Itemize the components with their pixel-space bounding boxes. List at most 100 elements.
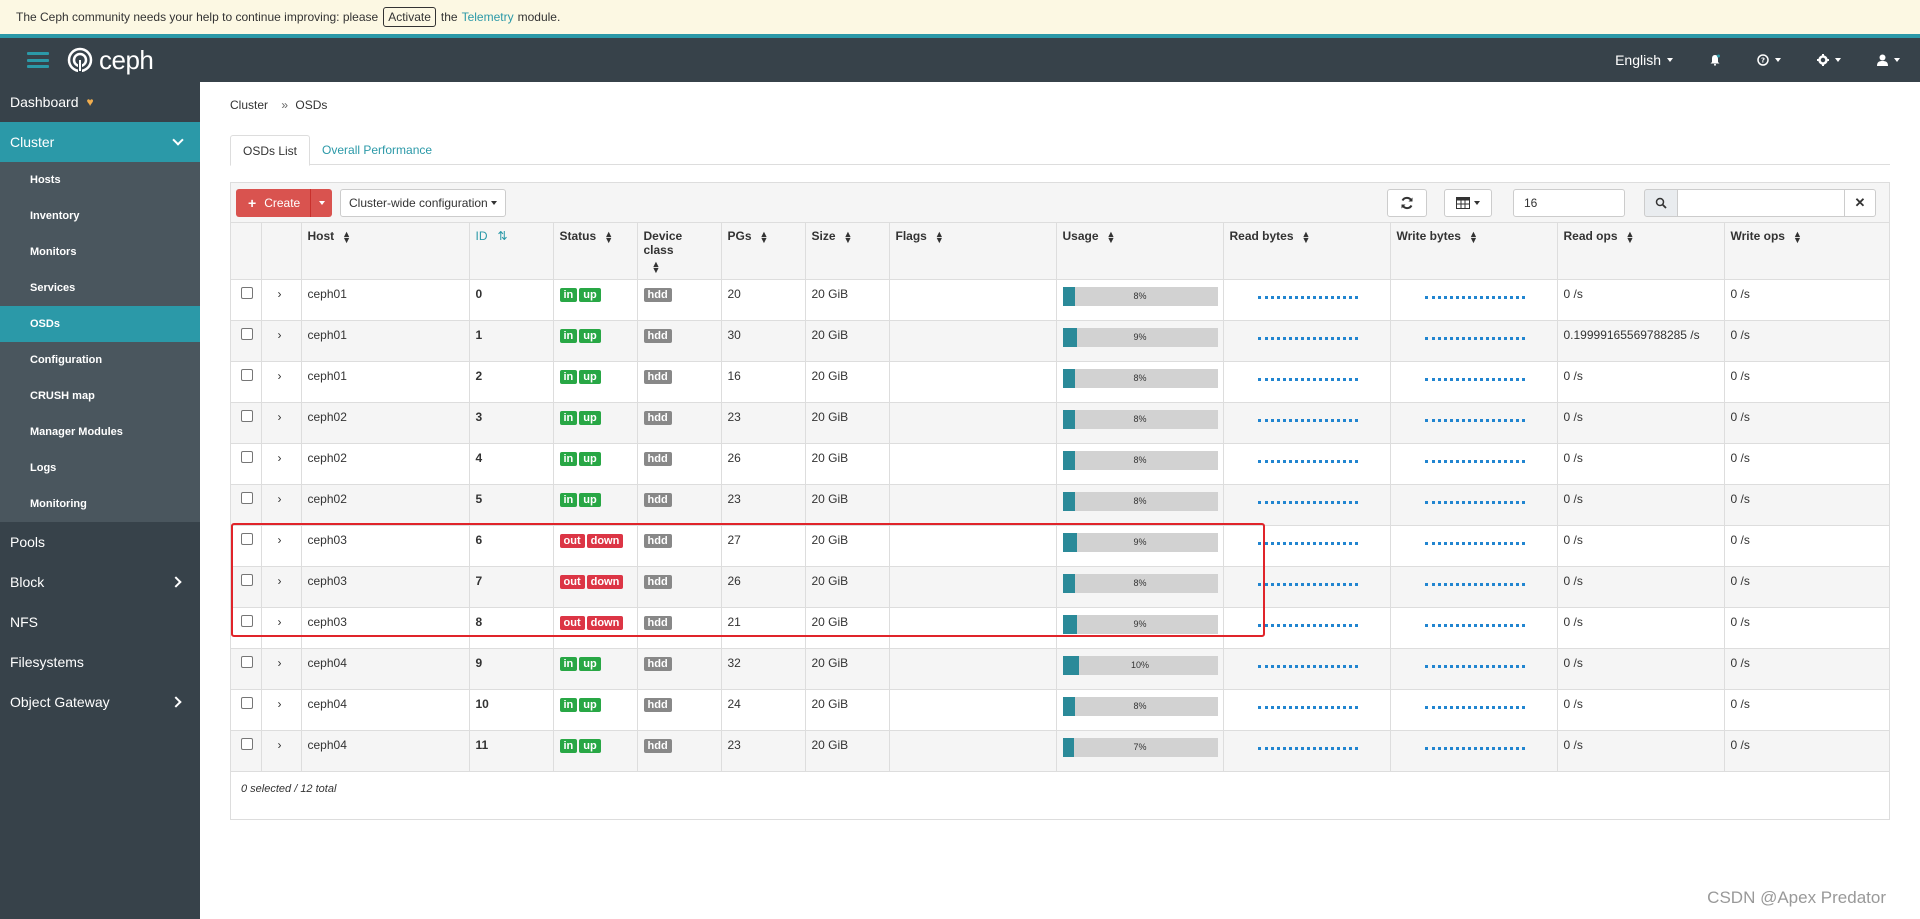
expand-row-icon[interactable]: ›: [268, 410, 282, 424]
annotation-highlight-box: [231, 523, 1265, 637]
sidebar-item-inventory[interactable]: Inventory: [0, 198, 200, 234]
breadcrumb-cluster[interactable]: Cluster: [230, 98, 268, 112]
status-badge: in: [559, 370, 578, 384]
sort-icon: ▲ ▼: [1792, 228, 1802, 245]
status-cell: in up: [553, 361, 638, 403]
expand-row-icon[interactable]: ›: [268, 369, 282, 383]
settings-gear-icon[interactable]: [1799, 54, 1859, 66]
column-toggle-button[interactable]: [1444, 189, 1492, 217]
expand-row-icon[interactable]: ›: [268, 451, 282, 465]
sidebar-item-block[interactable]: Block: [0, 562, 200, 602]
column-header-status[interactable]: Status ▲ ▼: [553, 223, 638, 280]
sidebar-item-logs[interactable]: Logs: [0, 450, 200, 486]
column-header-read-ops[interactable]: Read ops ▲ ▼: [1557, 223, 1725, 280]
write-bytes-sparkline: [1424, 624, 1525, 628]
sidebar-item-cluster[interactable]: Cluster: [0, 122, 200, 162]
row-checkbox[interactable]: [241, 287, 253, 299]
chevron-down-icon: [1835, 58, 1841, 62]
write-bytes-cell: [1390, 689, 1558, 731]
refresh-button[interactable]: [1387, 189, 1427, 217]
host-cell: ceph01: [301, 361, 470, 403]
row-checkbox[interactable]: [241, 738, 253, 750]
usage-percent: 8%: [1133, 373, 1147, 383]
ceph-logo[interactable]: ceph: [67, 45, 154, 76]
read-bytes-sparkline: [1257, 747, 1358, 751]
ceph-logo-icon: [67, 47, 93, 73]
menu-toggle-icon[interactable]: [27, 52, 49, 68]
selection-count: 0 selected / 12 total: [241, 783, 337, 795]
expand-row-icon[interactable]: ›: [268, 738, 282, 752]
column-header-pgs[interactable]: PGs ▲ ▼: [721, 223, 806, 280]
write-bytes-sparkline: [1424, 337, 1525, 341]
sidebar-item-osds[interactable]: OSDs: [0, 306, 200, 342]
read-bytes-sparkline: [1257, 583, 1358, 587]
row-checkbox[interactable]: [241, 451, 253, 463]
column-header-flags[interactable]: Flags ▲ ▼: [889, 223, 1057, 280]
create-button[interactable]: + Create: [236, 189, 332, 217]
table-row[interactable]: › ceph04 11 in up hdd 23 20 GiB 7% 0 /s 0 /s: [231, 730, 1890, 772]
expand-row-icon[interactable]: ›: [268, 328, 282, 342]
expand-row-icon[interactable]: ›: [268, 287, 282, 301]
column-header-size[interactable]: Size ▲ ▼: [805, 223, 890, 280]
row-checkbox[interactable]: [241, 492, 253, 504]
page-limit-input[interactable]: 16: [1513, 189, 1625, 217]
table-row[interactable]: › ceph01 2 in up hdd 16 20 GiB 8% 0 /s 0 /s: [231, 361, 1890, 403]
sidebar-item-hosts[interactable]: Hosts: [0, 162, 200, 198]
read-bytes-sparkline: [1257, 378, 1358, 382]
telemetry-link[interactable]: Telemetry: [462, 10, 514, 24]
row-checkbox[interactable]: [241, 656, 253, 668]
sidebar-item-dashboard[interactable]: Dashboard ♥: [0, 82, 200, 122]
sidebar-item-manager-modules[interactable]: Manager Modules: [0, 414, 200, 450]
sort-icon: ▲ ▼: [1468, 228, 1478, 245]
notifications-icon[interactable]: [1691, 54, 1739, 66]
table-row[interactable]: › ceph01 0 in up hdd 20 20 GiB 8% 0 /s 0 /s: [231, 279, 1890, 321]
expand-row-icon[interactable]: ›: [268, 656, 282, 670]
expand-row-icon[interactable]: ›: [268, 492, 282, 506]
user-icon[interactable]: [1859, 54, 1920, 66]
column-header-write-ops[interactable]: Write ops ▲ ▼: [1724, 223, 1890, 280]
sidebar-item-services[interactable]: Services: [0, 270, 200, 306]
expand-row-icon[interactable]: ›: [268, 697, 282, 711]
sidebar-item-filesystems[interactable]: Filesystems: [0, 642, 200, 682]
column-header-read-bytes[interactable]: Read bytes ▲ ▼: [1223, 223, 1391, 280]
usage-bar: 7%: [1062, 738, 1218, 757]
table-row[interactable]: › ceph02 5 in up hdd 23 20 GiB 8% 0 /s 0 /s: [231, 484, 1890, 526]
column-header-usage[interactable]: Usage ▲ ▼: [1056, 223, 1224, 280]
row-checkbox[interactable]: [241, 328, 253, 340]
sidebar-item-configuration[interactable]: Configuration: [0, 342, 200, 378]
status-cell: in up: [553, 443, 638, 485]
table-row[interactable]: › ceph02 4 in up hdd 26 20 GiB 8% 0 /s 0 /s: [231, 443, 1890, 485]
clear-search-button[interactable]: ✕: [1844, 189, 1876, 217]
row-checkbox[interactable]: [241, 697, 253, 709]
read-ops-cell: 0 /s: [1557, 648, 1725, 690]
status-badge: in: [559, 288, 578, 302]
table-row[interactable]: › ceph02 3 in up hdd 23 20 GiB 8% 0 /s 0 /s: [231, 402, 1890, 444]
row-checkbox[interactable]: [241, 410, 253, 422]
sidebar-item-nfs[interactable]: NFS: [0, 602, 200, 642]
cluster-wide-configuration-button[interactable]: Cluster-wide configuration: [340, 189, 506, 217]
column-header-write-bytes[interactable]: Write bytes ▲ ▼: [1390, 223, 1558, 280]
table-row[interactable]: › ceph01 1 in up hdd 30 20 GiB 9% 0.1999916556978…: [231, 320, 1890, 362]
row-checkbox[interactable]: [241, 369, 253, 381]
write-bytes-cell: [1390, 648, 1558, 690]
language-selector[interactable]: English: [1597, 52, 1691, 68]
tab-overall-performance[interactable]: Overall Performance: [310, 135, 444, 165]
tabs: OSDs List Overall Performance: [230, 135, 1890, 166]
column-header-host[interactable]: Host ▲ ▼: [301, 223, 470, 280]
sidebar-item-monitoring[interactable]: Monitoring: [0, 486, 200, 522]
sidebar-item-monitors[interactable]: Monitors: [0, 234, 200, 270]
create-dropdown-toggle[interactable]: [310, 189, 332, 217]
column-header-id[interactable]: ID ⇅: [469, 223, 554, 280]
table-row[interactable]: › ceph04 9 in up hdd 32 20 GiB 10% 0 /s 0 /s: [231, 648, 1890, 690]
table-row[interactable]: › ceph04 10 in up hdd 24 20 GiB 8% 0 /s 0 /s: [231, 689, 1890, 731]
sidebar-item-crush-map[interactable]: CRUSH map: [0, 378, 200, 414]
search-input[interactable]: [1678, 189, 1844, 217]
help-icon[interactable]: ?: [1739, 54, 1799, 66]
sidebar-item-label: Cluster: [10, 134, 55, 150]
sidebar-item-object-gateway[interactable]: Object Gateway: [0, 682, 200, 722]
sidebar-item-pools[interactable]: Pools: [0, 522, 200, 562]
select-all-header: [231, 223, 262, 280]
column-header-device-class[interactable]: Device class ▲ ▼: [637, 223, 722, 280]
tab-osds-list[interactable]: OSDs List: [230, 135, 311, 166]
activate-button[interactable]: Activate: [383, 7, 436, 27]
